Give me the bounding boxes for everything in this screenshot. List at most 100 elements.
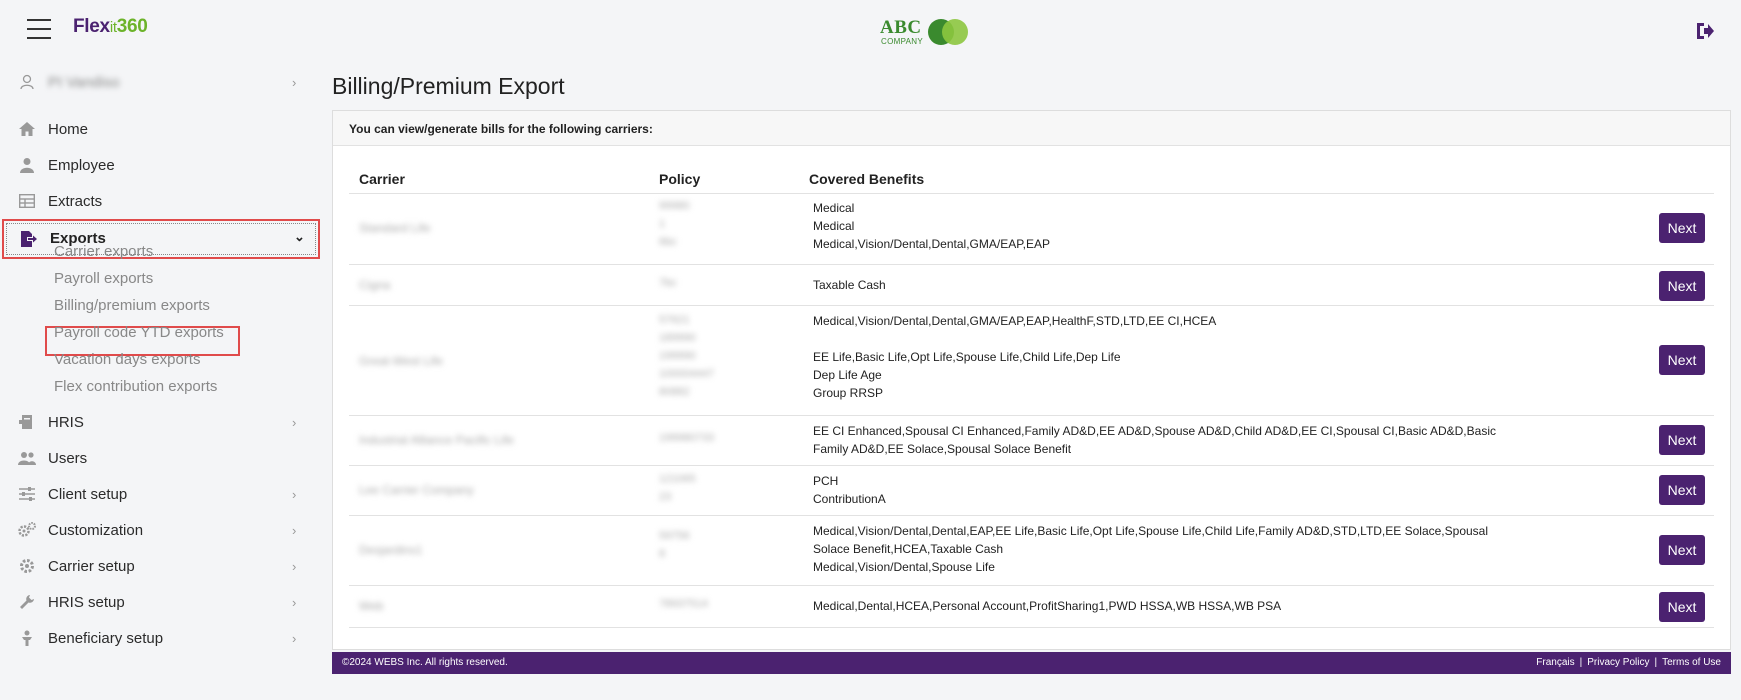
carrier-name: Cigna [359,278,391,292]
table-row: Industrial Alliance Pacific Life 1999807… [349,416,1714,466]
panel-heading: You can view/generate bills for the foll… [333,111,1730,146]
chevron-right-icon: › [292,74,297,90]
company-logo-sub: COMPANY [881,37,923,46]
chevron-right-icon: › [292,414,297,430]
policy-list: 199980733 [659,432,714,450]
sidebar-item-extracts[interactable]: Extracts [0,183,320,219]
benefit-line: Medical,Dental,HCEA,Personal Account,Pro… [813,599,1282,613]
footer: ©2024 WEBS Inc. All rights reserved. Fra… [332,652,1731,674]
policy-number: 99980 [659,200,690,212]
policy-number: 6bc [659,236,677,248]
copyright: ©2024 WEBS Inc. All rights reserved. [342,657,508,668]
sub-item-payroll-code-ytd-exports[interactable]: Payroll code YTD exports [54,324,224,341]
sidebar-item-exports[interactable]: Exports ⌄ [2,219,320,259]
benefit-line: Medical,Vision/Dental,Dental,GMA/EAP,EAP… [813,314,1217,328]
brand-logo[interactable]: Flexit360 [73,16,148,38]
link-francais[interactable]: Français [1536,657,1574,668]
next-button[interactable]: Next [1659,271,1705,301]
carrier-name: Industrial Alliance Pacific Life [359,433,514,447]
next-button[interactable]: Next [1659,475,1705,505]
home-icon [18,120,36,138]
table-row: Desjardins1 59756 8 Medical,Vision/Denta… [349,516,1714,586]
policy-number: 199980733 [659,432,715,444]
benefit-line: Medical [813,201,855,215]
logo-circle-light [942,19,968,45]
sidebar-item-label: Employee [48,156,115,174]
chevron-right-icon: › [292,594,297,610]
sidebar-item-label: HRIS [48,413,84,431]
policy-list: 121065 23 [659,473,696,509]
sub-item-billing-premium-exports[interactable]: Billing/premium exports [54,297,210,314]
benefits-list: EE CI Enhanced,Spousal CI Enhanced,Famil… [813,422,1513,458]
policy-number: 8 [659,548,666,560]
next-button[interactable]: Next [1659,213,1705,243]
sidebar: PI Vandiso › Home Employee Extracts Expo… [0,62,320,700]
footer-links: Français | Privacy Policy | Terms of Use [1536,657,1721,668]
user-name: PI Vandiso [48,73,120,91]
table-header: Carrier Policy Covered Benefits [349,161,1714,194]
carrier-name: Great-West Life [359,354,443,368]
beneficiary-icon [18,629,36,647]
chevron-down-icon: ⌄ [294,229,305,244]
company-logo-text: ABC [880,17,922,38]
policy-number: 189990 [659,332,696,344]
sidebar-item-client-setup[interactable]: Client setup › [0,476,320,512]
chevron-right-icon: › [292,558,297,574]
next-button[interactable]: Next [1659,345,1705,375]
sub-item-flex-contribution-exports[interactable]: Flex contribution exports [54,378,217,395]
chevron-right-icon: › [292,486,297,502]
benefits-list: Taxable Cash [813,276,1513,294]
table-row: Lee Carrier Company 121065 23 PCH Contri… [349,466,1714,516]
table-row: Great-West Life 57621 189990 199990 1000… [349,306,1714,416]
person-icon [18,156,36,174]
sidebar-item-carrier-setup[interactable]: Carrier setup › [0,548,320,584]
carrier-name: Web [359,599,384,613]
sidebar-item-users[interactable]: Users [0,440,320,476]
benefit-line: Taxable Cash [813,278,886,292]
policy-number: 23 [659,491,672,503]
hris-icon [18,413,36,431]
sidebar-item-beneficiary-setup[interactable]: Beneficiary setup › [0,620,320,656]
sidebar-item-label: Extracts [48,192,103,210]
sidebar-item-hris-setup[interactable]: HRIS setup › [0,584,320,620]
policy-list: 99980 1 6bc [659,200,690,254]
sub-item-vacation-days-exports[interactable]: Vacation days exports [54,351,200,368]
sidebar-item-home[interactable]: Home [0,111,320,147]
sidebar-item-customization[interactable]: Customization › [0,512,320,548]
logout-icon[interactable] [1694,20,1716,42]
separator: | [1654,657,1658,668]
benefit-line: EE Life,Basic Life,Opt Life,Spouse Life,… [813,350,1121,364]
sidebar-item-label: Home [48,120,89,138]
policy-list: 57621 189990 199990 100004447 80882 [659,314,714,404]
benefits-list: Medical,Vision/Dental,Dental,GMA/EAP,EAP… [813,312,1513,402]
policy-number: 7bc [659,277,677,289]
sliders-icon [18,485,36,503]
sidebar-user[interactable]: PI Vandiso › [0,64,320,100]
link-terms-of-use[interactable]: Terms of Use [1662,657,1721,668]
sub-item-payroll-exports[interactable]: Payroll exports [54,270,153,287]
benefit-line: ContributionA [813,492,886,506]
next-button[interactable]: Next [1659,535,1705,565]
table-row: Standard Life 99980 1 6bc Medical Medica… [349,194,1714,265]
next-button[interactable]: Next [1659,592,1705,622]
benefit-line: Medical,Vision/Dental,Dental,EAP,EE Life… [813,524,1488,538]
benefit-line: Solace Benefit,HCEA,Taxable Cash [813,542,1004,556]
sub-item-carrier-exports[interactable]: Carrier exports [54,243,153,260]
benefit-line-empty [813,330,1513,348]
separator: | [1579,657,1583,668]
benefit-line: Group RRSP [813,386,884,400]
sidebar-item-employee[interactable]: Employee [0,147,320,183]
sidebar-item-hris[interactable]: HRIS › [0,404,320,440]
hamburger-menu-icon[interactable] [27,19,51,39]
policy-number: 100004447 [659,368,715,380]
benefit-line: Medical,Vision/Dental,Spouse Life [813,560,995,574]
policy-number: 57621 [659,314,690,326]
policy-number: 1 [659,218,666,230]
column-header-carrier: Carrier [359,171,405,187]
sidebar-item-label: HRIS setup [48,593,125,611]
table-icon [18,192,36,210]
benefit-line: Family AD&D,EE Solace,Spousal Solace Ben… [813,442,1072,456]
next-button[interactable]: Next [1659,425,1705,455]
link-privacy-policy[interactable]: Privacy Policy [1587,657,1649,668]
gears-icon [18,521,36,539]
